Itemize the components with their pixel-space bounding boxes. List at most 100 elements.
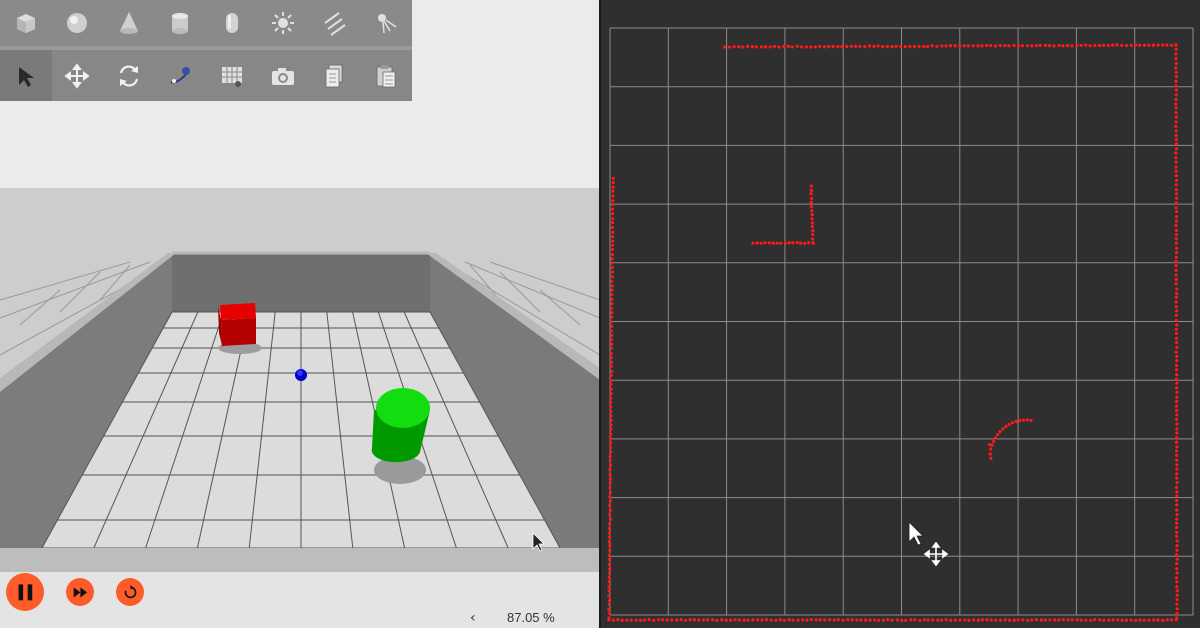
laser-point (611, 239, 614, 242)
sphere-button[interactable] (52, 0, 104, 46)
laser-point (1030, 44, 1033, 47)
cone-icon (115, 9, 143, 37)
grid-snap-icon (218, 62, 246, 90)
laser-point (612, 177, 615, 180)
laser-point (895, 45, 898, 48)
laser-point (1175, 197, 1178, 200)
laser-point (1174, 206, 1177, 209)
laser-point (855, 618, 858, 621)
laser-point (611, 284, 614, 287)
sun-light-button[interactable] (258, 0, 310, 46)
screenshot-camera-icon (269, 62, 297, 90)
laser-point (1175, 618, 1178, 621)
laser-point (1026, 619, 1029, 622)
select-arrow-button[interactable] (0, 50, 52, 101)
laser-point (1029, 419, 1032, 422)
cylinder-button[interactable] (155, 0, 207, 46)
laser-point (1004, 618, 1007, 621)
laser-point (610, 388, 613, 391)
capsule-button[interactable] (206, 0, 258, 46)
laser-point (607, 594, 610, 597)
laser-point (1175, 237, 1178, 240)
laser-point (1175, 328, 1178, 331)
laser-point (782, 45, 785, 48)
laser-point (609, 410, 612, 413)
sphere-icon (63, 9, 91, 37)
scale-icon (166, 62, 194, 90)
laser-point (1175, 296, 1178, 299)
laser-point (689, 618, 692, 621)
map-grid (610, 28, 1193, 615)
laser-point (779, 242, 782, 245)
laser-point (1174, 120, 1177, 123)
blue-robot[interactable] (295, 369, 307, 381)
laser-point (882, 619, 885, 622)
laser-point (609, 423, 612, 426)
laser-point (607, 618, 610, 621)
laser-point (1084, 43, 1087, 46)
laser-point (608, 567, 611, 570)
scale-button[interactable] (155, 50, 207, 101)
laser-point (1174, 80, 1177, 83)
laser-point (608, 599, 611, 602)
screenshot-camera-button[interactable] (258, 50, 310, 101)
laser-point (1175, 229, 1178, 232)
laser-point (1067, 618, 1070, 621)
laser-point (809, 45, 812, 48)
laser-point (1001, 427, 1004, 430)
laser-point (1175, 287, 1178, 290)
directional-light-button[interactable] (309, 0, 361, 46)
laser-point (1075, 44, 1078, 47)
laser-point (608, 571, 611, 574)
laser-point (1175, 368, 1178, 371)
laser-point (635, 619, 638, 622)
spot-light-button[interactable] (361, 0, 413, 46)
laser-point (1175, 477, 1178, 480)
grid-snap-button[interactable] (206, 50, 258, 101)
laser-point (1175, 355, 1178, 358)
laser-point (803, 242, 806, 245)
rotate-button[interactable] (103, 50, 155, 101)
laser-point (1175, 242, 1178, 245)
laser-point (1175, 549, 1178, 552)
laser-point (1175, 422, 1178, 425)
laser-point (1152, 44, 1155, 47)
laser-point (706, 618, 709, 621)
step-button[interactable] (66, 578, 94, 606)
map-2d-view[interactable] (601, 0, 1200, 628)
laser-point (611, 190, 614, 193)
spot-light-icon (372, 9, 400, 37)
map-canvas[interactable] (601, 0, 1200, 628)
simulation-3d-viewport[interactable]: ‹ 87.05 % (0, 0, 600, 628)
laser-point (859, 618, 862, 621)
laser-point (1175, 400, 1178, 403)
laser-point (949, 619, 952, 622)
red-box[interactable] (218, 303, 256, 346)
laser-point (868, 44, 871, 47)
laser-point (1175, 341, 1178, 344)
laser-point (886, 45, 889, 48)
laser-point (610, 361, 613, 364)
translate-button[interactable] (52, 50, 104, 101)
laser-point (611, 203, 614, 206)
box-button[interactable] (0, 0, 52, 46)
laser-point (1175, 147, 1178, 150)
laser-point (611, 221, 614, 224)
laser-point (1174, 98, 1177, 101)
laser-point (1175, 278, 1178, 281)
laser-point (989, 44, 992, 47)
cone-button[interactable] (103, 0, 155, 46)
laser-point (811, 237, 814, 240)
laser-point (828, 618, 831, 621)
paste-button[interactable] (361, 50, 413, 101)
zoom-collapse-arrow[interactable]: ‹ (470, 610, 476, 626)
laser-point (732, 45, 735, 48)
laser-point (1176, 571, 1179, 574)
laser-point (1175, 413, 1178, 416)
copy-button[interactable] (309, 50, 361, 101)
laser-point (1004, 425, 1007, 428)
laser-point (1089, 619, 1092, 622)
reset-button[interactable] (116, 578, 144, 606)
laser-point (1175, 364, 1178, 367)
pause-button[interactable] (6, 573, 44, 611)
